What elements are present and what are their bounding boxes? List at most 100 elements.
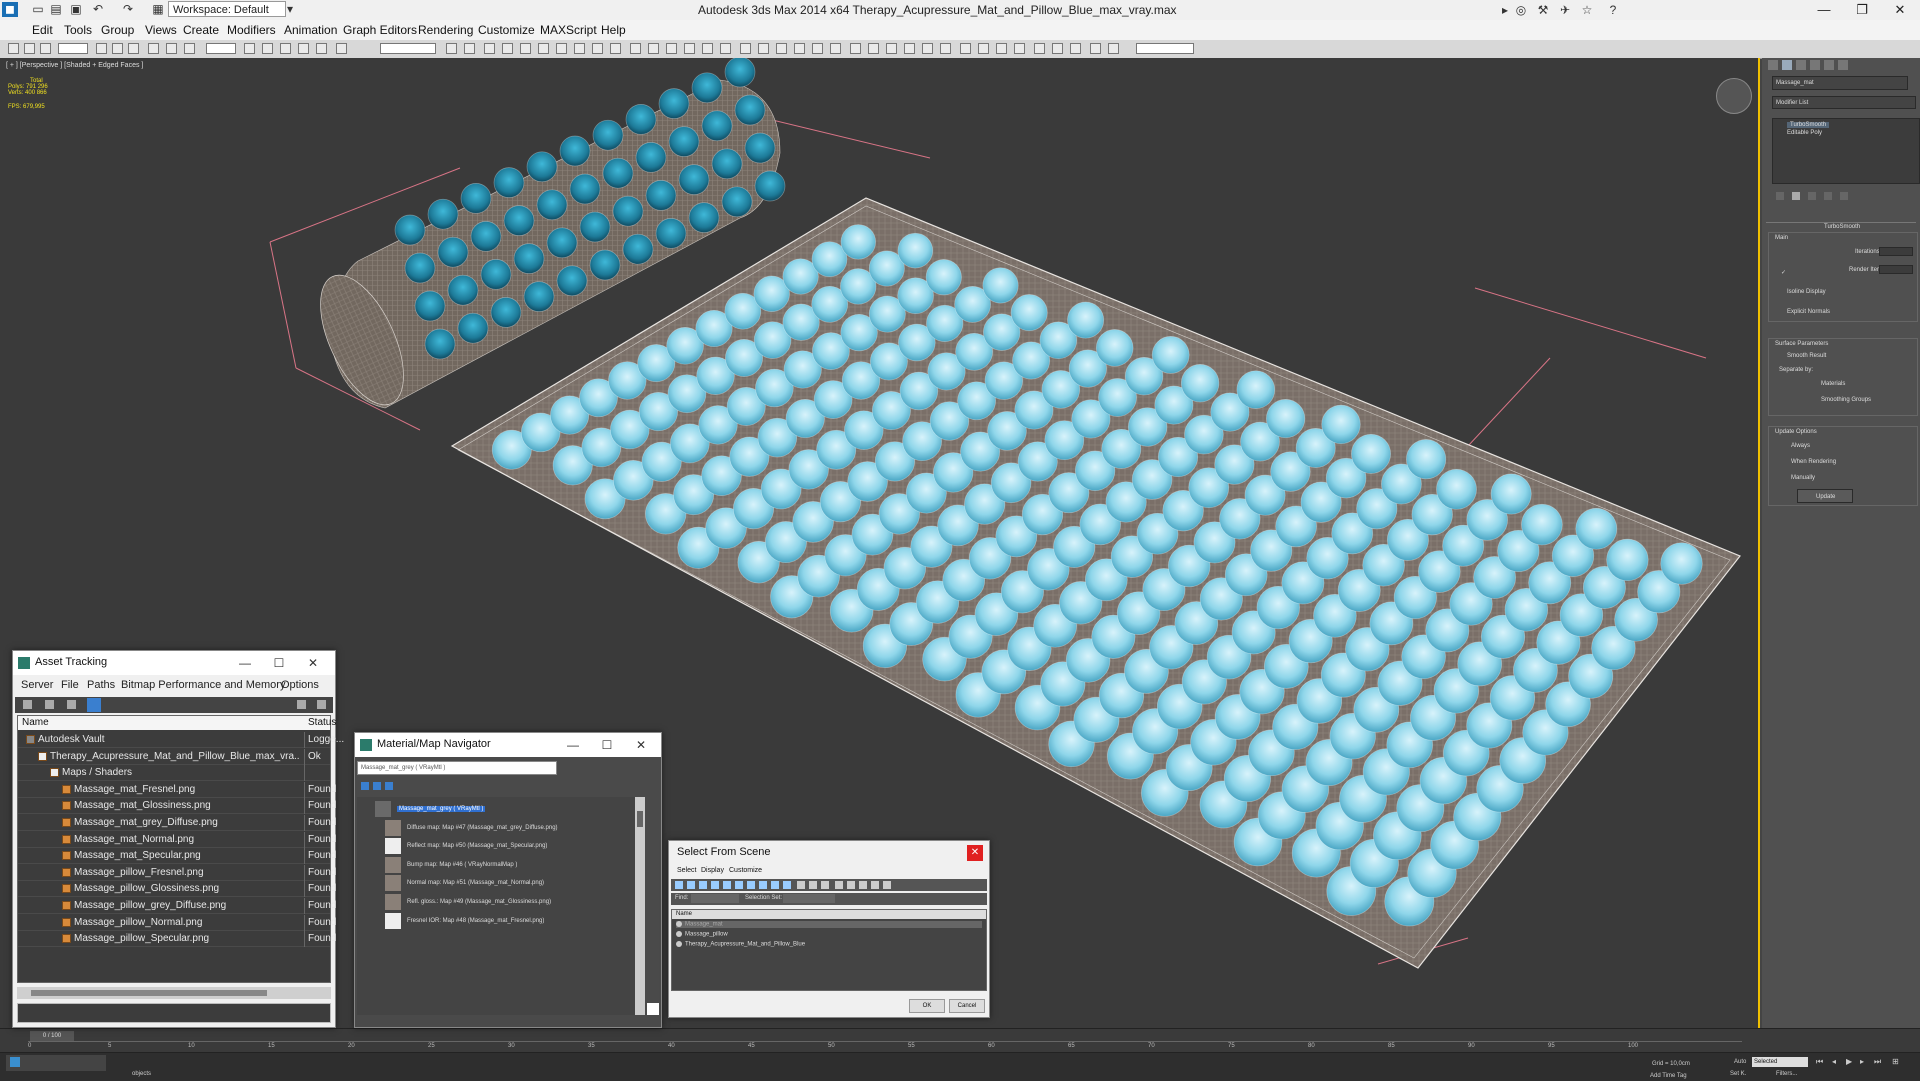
asset-help-icon[interactable] xyxy=(297,700,306,709)
render-iters-spinner[interactable] xyxy=(1879,265,1913,274)
asset-row[interactable]: Massage_mat_Glossiness.png Found xyxy=(18,798,336,815)
modifier-icon-1[interactable] xyxy=(850,43,861,54)
modify-tab-icon[interactable] xyxy=(1782,60,1792,70)
menu-tools[interactable]: Tools xyxy=(64,23,92,37)
edit-named-selection-icon[interactable] xyxy=(336,43,347,54)
sfs-display-lights-icon[interactable] xyxy=(699,881,707,889)
asset-tracking-titlebar[interactable]: Asset Tracking — ☐ ✕ xyxy=(13,651,335,675)
asset-path-field[interactable] xyxy=(17,1003,331,1023)
sfs-display-all-icon[interactable] xyxy=(783,881,791,889)
open-file-icon[interactable]: ▤ xyxy=(48,2,64,17)
schematic-view-icon[interactable] xyxy=(538,43,549,54)
smoothing-groups-checkbox[interactable]: Smoothing Groups xyxy=(1821,397,1871,403)
matnav-minimize-button[interactable]: — xyxy=(563,736,583,754)
time-slider[interactable]: 0 / 100 xyxy=(30,1031,74,1041)
rotate-icon[interactable] xyxy=(166,43,177,54)
scene-tool-icon-5[interactable] xyxy=(1034,43,1045,54)
sfs-menu-customize[interactable]: Customize xyxy=(729,867,762,874)
asset-menu-file[interactable]: File xyxy=(61,679,79,691)
sfs-select-none-icon[interactable] xyxy=(809,881,817,889)
sfs-col-name[interactable]: Name xyxy=(676,911,692,917)
pivot-center-icon[interactable] xyxy=(244,43,255,54)
asset-col-status[interactable]: Status xyxy=(308,717,336,728)
asset-maximize-button[interactable]: ☐ xyxy=(269,654,289,672)
new-file-icon[interactable]: ▭ xyxy=(30,2,46,17)
scene-tool-icon-7[interactable] xyxy=(1070,43,1081,54)
explicit-normals-checkbox[interactable]: Explicit Normals xyxy=(1787,309,1830,315)
sfs-dependents-icon[interactable] xyxy=(847,881,855,889)
vray-toolbar-icon-3[interactable] xyxy=(666,43,677,54)
selection-filter-dropdown[interactable] xyxy=(58,43,88,54)
asset-col-name[interactable]: Name xyxy=(22,717,49,728)
stack-editable-poly[interactable]: Editable Poly xyxy=(1787,130,1822,136)
angle-snap-icon[interactable] xyxy=(280,43,291,54)
viewcube-icon[interactable] xyxy=(1716,78,1752,114)
asset-horizontal-scrollbar[interactable] xyxy=(17,987,331,999)
asset-row[interactable]: Therapy_Acupressure_Mat_and_Pillow_Blue_… xyxy=(18,748,330,765)
sfs-hierarchy-icon[interactable] xyxy=(835,881,843,889)
asset-row[interactable]: Massage_pillow_grey_Diffuse.png Found xyxy=(18,898,336,914)
asset-row[interactable]: Autodesk Vault Logge... xyxy=(18,732,344,748)
reference-coordinate-dropdown[interactable] xyxy=(206,43,236,54)
sfs-cancel-button[interactable]: Cancel xyxy=(949,999,985,1013)
menu-create[interactable]: Create xyxy=(183,23,219,37)
menu-modifiers[interactable]: Modifiers xyxy=(227,23,276,37)
menu-views[interactable]: Views xyxy=(145,23,177,37)
modifier-icon-5[interactable] xyxy=(922,43,933,54)
matnav-list-view-icon[interactable] xyxy=(361,782,369,790)
sfs-find-input[interactable] xyxy=(691,894,739,903)
menu-maxscript[interactable]: MAXScript xyxy=(540,23,597,37)
configure-modifier-sets-icon[interactable] xyxy=(1840,192,1848,200)
material-map-item[interactable]: Fresnel IOR: Map #48 (Massage_mat_Fresne… xyxy=(371,912,629,929)
manually-radio[interactable]: Manually xyxy=(1791,475,1815,481)
modifier-stack[interactable]: TurboSmooth Editable Poly xyxy=(1772,118,1920,184)
asset-tool-icon-2[interactable] xyxy=(45,700,54,709)
align-icon[interactable] xyxy=(464,43,475,54)
pin-stack-icon[interactable] xyxy=(1776,192,1784,200)
sfs-select-invert-icon[interactable] xyxy=(821,881,829,889)
render-production-icon[interactable] xyxy=(610,43,621,54)
primitive-cone-icon[interactable] xyxy=(812,43,823,54)
percent-snap-icon[interactable] xyxy=(298,43,309,54)
asset-menu-bitmap[interactable]: Bitmap Performance and Memory xyxy=(121,679,285,691)
select-by-name-icon[interactable] xyxy=(112,43,123,54)
scene-tool-icon-2[interactable] xyxy=(978,43,989,54)
create-tab-icon[interactable] xyxy=(1768,60,1778,70)
sfs-display-groups-icon[interactable] xyxy=(747,881,755,889)
render-setup-icon[interactable] xyxy=(574,43,585,54)
vray-toolbar-icon-2[interactable] xyxy=(648,43,659,54)
menu-rendering[interactable]: Rendering xyxy=(418,23,473,37)
modifier-icon-3[interactable] xyxy=(886,43,897,54)
matnav-maximize-button[interactable]: ☐ xyxy=(597,736,617,754)
material-slot-field[interactable]: Massage_mat_grey ( VRayMtl ) xyxy=(357,761,557,775)
play-icon[interactable]: ▶ xyxy=(1846,1057,1852,1066)
material-root-item[interactable]: Massage_mat_grey ( VRayMtl ) xyxy=(371,801,629,817)
menu-group[interactable]: Group xyxy=(101,23,134,37)
key-filter-dropdown[interactable]: Selected xyxy=(1752,1057,1808,1067)
rect-selection-icon[interactable] xyxy=(128,43,139,54)
close-button[interactable]: ✕ xyxy=(1878,0,1920,20)
sfs-display-geometry-icon[interactable] xyxy=(675,881,683,889)
material-navigator-titlebar[interactable]: Material/Map Navigator — ☐ ✕ xyxy=(355,733,661,757)
layer-manager-icon[interactable] xyxy=(484,43,495,54)
menu-edit[interactable]: Edit xyxy=(32,23,53,37)
project-folder-icon[interactable]: ▦ xyxy=(150,2,166,17)
scene-object-row[interactable]: Massage_mat xyxy=(676,921,982,928)
next-frame-icon[interactable]: ▸ xyxy=(1860,1057,1864,1066)
workspace-chevron-icon[interactable]: ▾ xyxy=(282,2,298,17)
help-icon[interactable]: ? xyxy=(1604,2,1622,18)
favorites-star-icon[interactable]: ☆ xyxy=(1578,2,1596,18)
asset-menu-options[interactable]: Options xyxy=(281,679,319,691)
asset-row[interactable]: Massage_pillow_Specular.png Found xyxy=(18,931,336,948)
smooth-result-checkbox[interactable]: Smooth Result xyxy=(1787,353,1826,359)
sfs-selection-set-dropdown[interactable] xyxy=(783,894,835,903)
vray-toolbar-icon-5[interactable] xyxy=(702,43,713,54)
scene-tool-icon-4[interactable] xyxy=(1014,43,1025,54)
asset-menu-server[interactable]: Server xyxy=(21,679,53,691)
timeline[interactable]: 0 / 100 0 5 10 15 20 25 30 35 40 45 50 55 60 65 70 75 80… xyxy=(0,1028,1920,1053)
asset-row[interactable]: Massage_pillow_Normal.png Found xyxy=(18,914,336,931)
asset-row[interactable]: Massage_mat_Specular.png Found xyxy=(18,848,336,865)
named-selection-sets-dropdown[interactable] xyxy=(380,43,436,54)
bind-space-warp-icon[interactable] xyxy=(40,43,51,54)
sfs-layer-icon[interactable] xyxy=(883,881,891,889)
